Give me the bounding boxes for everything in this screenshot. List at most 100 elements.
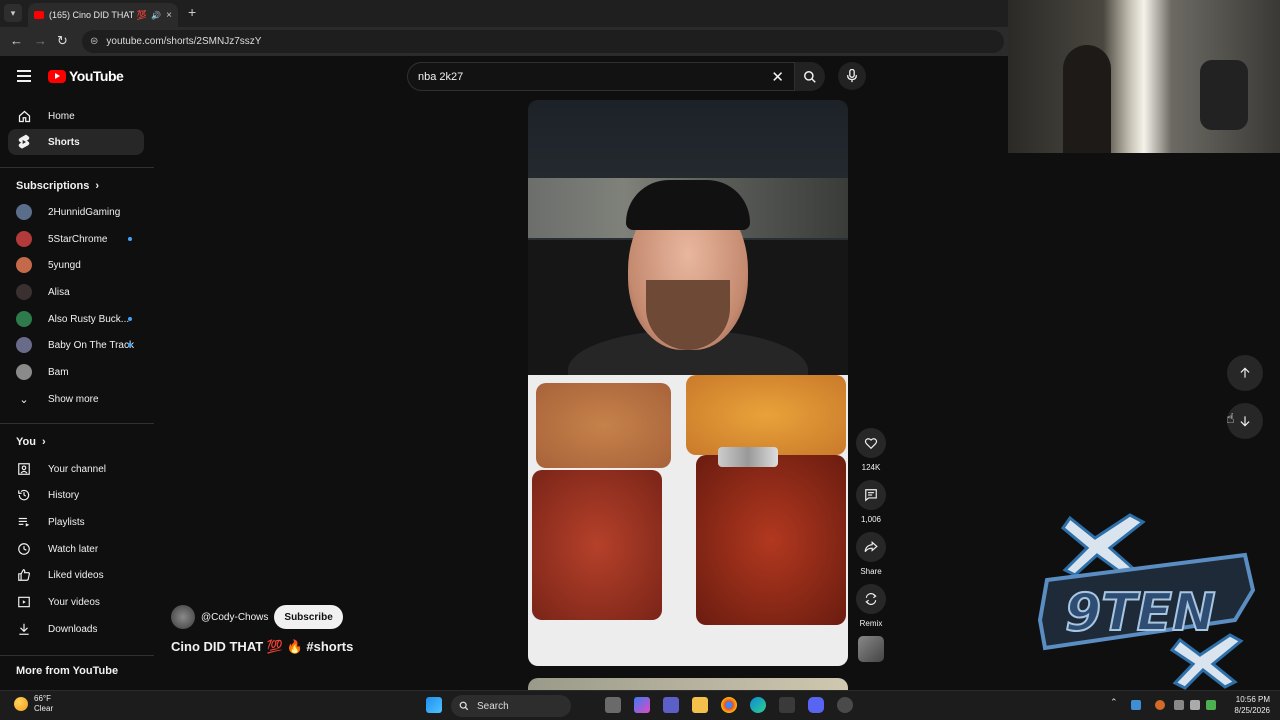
subscriptions-heading[interactable]: Subscriptions › [16, 180, 99, 192]
sidebar-item-subscription[interactable]: 5yungd [8, 252, 144, 278]
voice-search-button[interactable] [838, 62, 866, 90]
show-more-label: Show more [48, 393, 99, 405]
comment-button[interactable] [856, 480, 886, 510]
share-icon [864, 541, 878, 553]
channel-name[interactable]: @Cody-Chows [201, 612, 268, 623]
video-food-tray [528, 375, 848, 666]
avatar [16, 204, 32, 220]
search-button[interactable] [795, 62, 825, 91]
sidebar-item-watch-later[interactable]: Watch later [8, 536, 144, 562]
url-text: youtube.com/shorts/2SMNJz7sszY [106, 36, 262, 47]
windows-start-icon[interactable] [426, 697, 442, 713]
network-icon[interactable] [1174, 700, 1184, 710]
remix-action[interactable]: Remix [855, 584, 887, 628]
address-bar[interactable]: ⊜ youtube.com/shorts/2SMNJz7sszY [82, 30, 1004, 53]
sidebar-item-label: Shorts [48, 136, 80, 148]
site-info-icon[interactable]: ⊜ [90, 36, 98, 47]
you-heading[interactable]: You › [16, 436, 46, 448]
subscription-name: Also Rusty Buck... [48, 313, 130, 325]
task-view-icon[interactable] [605, 697, 621, 713]
search-icon [459, 701, 469, 711]
discord-icon[interactable] [808, 697, 824, 713]
sidebar-item-downloads[interactable]: Downloads [8, 616, 144, 642]
settings-icon[interactable] [837, 697, 853, 713]
audio-thumbnail[interactable] [858, 636, 884, 662]
comment-action[interactable]: 1,006 [855, 480, 887, 524]
sidebar-item-your-channel[interactable]: Your channel [8, 456, 144, 482]
sidebar-item-history[interactable]: History [8, 482, 144, 508]
short-video-player[interactable] [528, 100, 848, 666]
remix-label: Remix [859, 619, 883, 628]
reload-icon[interactable]: ↻ [57, 33, 68, 49]
channel-avatar[interactable] [171, 605, 195, 629]
download-icon [16, 621, 32, 637]
new-tab-button[interactable]: + [188, 4, 196, 20]
file-explorer-icon[interactable] [692, 697, 708, 713]
next-short-preview[interactable] [528, 678, 848, 690]
weather-widget[interactable]: 66°F Clear [14, 694, 53, 714]
show-more-button[interactable]: ⌄ Show more [8, 386, 144, 412]
sidebar-item-home[interactable]: Home [8, 103, 144, 129]
avatar [16, 257, 32, 273]
youtube-logo-text: YouTube [69, 68, 124, 84]
tray-app-icon[interactable] [1131, 700, 1141, 710]
copilot-icon[interactable] [634, 697, 650, 713]
sidebar-item-subscription[interactable]: 2HunnidGaming [8, 199, 144, 225]
subscribe-button[interactable]: Subscribe [274, 605, 343, 629]
speaker-icon[interactable]: 🔊 [151, 11, 161, 20]
tray-app-icon[interactable] [1155, 700, 1165, 710]
youtube-logo[interactable]: YouTube [48, 68, 124, 84]
video-person-cap [626, 180, 750, 230]
like-action[interactable]: 124K [855, 428, 887, 472]
sidebar-item-label: Liked videos [48, 569, 104, 581]
chrome-icon[interactable] [721, 697, 737, 713]
edge-icon[interactable] [750, 697, 766, 713]
channel-info: @Cody-Chows Subscribe [171, 605, 343, 629]
comment-count: 1,006 [860, 515, 882, 524]
sidebar-item-liked-videos[interactable]: Liked videos [8, 562, 144, 588]
taskbar-search[interactable]: Search [451, 695, 571, 717]
search-query[interactable]: nba 2k27 [418, 71, 771, 83]
remix-button[interactable] [856, 584, 886, 614]
clear-search-icon[interactable]: ✕ [771, 68, 784, 86]
battery-icon[interactable] [1206, 700, 1216, 710]
moon-weather-icon [14, 697, 28, 711]
sidebar-item-shorts[interactable]: Shorts [8, 129, 144, 155]
hand-cursor-icon: ☝ [1226, 410, 1235, 426]
sidebar-item-subscription[interactable]: Alisa [8, 279, 144, 305]
short-title[interactable]: Cino DID THAT 💯 🔥 #shorts [171, 639, 353, 655]
sidebar-item-subscription[interactable]: Bam [8, 359, 144, 385]
subscription-name: Baby On The Track [48, 339, 134, 351]
food-chicken-right [696, 455, 846, 625]
sidebar-item-playlists[interactable]: Playlists [8, 509, 144, 535]
forward-arrow-icon[interactable]: → [34, 33, 47, 48]
search-input[interactable]: nba 2k27 ✕ [407, 62, 795, 91]
like-button[interactable] [856, 428, 886, 458]
sidebar-item-label: Downloads [48, 623, 98, 635]
sidebar-item-subscription[interactable]: 5StarChrome [8, 226, 144, 252]
previous-short-button[interactable] [1227, 355, 1263, 391]
browser-tab[interactable]: (165) Cino DID THAT 💯🔥 🔊 × [28, 3, 178, 27]
back-arrow-icon[interactable]: ← [10, 33, 23, 48]
youtube-header: YouTube nba 2k27 ✕ [0, 56, 1008, 98]
store-icon[interactable] [779, 697, 795, 713]
clock-date: 8/25/2026 [1234, 706, 1270, 715]
shorts-icon [16, 134, 32, 150]
subscription-name: 2HunnidGaming [48, 206, 121, 218]
arrow-down-icon [1240, 416, 1250, 427]
volume-icon[interactable] [1190, 700, 1200, 710]
taskbar-clock[interactable]: 10:56 PM 8/25/2026 [1218, 694, 1270, 716]
share-action[interactable]: Share [855, 532, 887, 576]
tab-search-menu-button[interactable]: ▾ [4, 4, 22, 22]
tab-close-button[interactable]: × [166, 10, 172, 21]
youtube-favicon-icon [34, 11, 44, 19]
channel-icon [16, 461, 32, 477]
menu-icon[interactable] [17, 70, 31, 82]
teams-icon[interactable] [663, 697, 679, 713]
chevron-up-icon[interactable]: ⌃ [1110, 697, 1120, 707]
sidebar-item-subscription[interactable]: Baby On The Track [8, 332, 144, 358]
sidebar-item-subscription[interactable]: Also Rusty Buck... [8, 306, 144, 332]
search-icon [804, 70, 816, 83]
sidebar-item-your-videos[interactable]: Your videos [8, 589, 144, 615]
share-button[interactable] [856, 532, 886, 562]
